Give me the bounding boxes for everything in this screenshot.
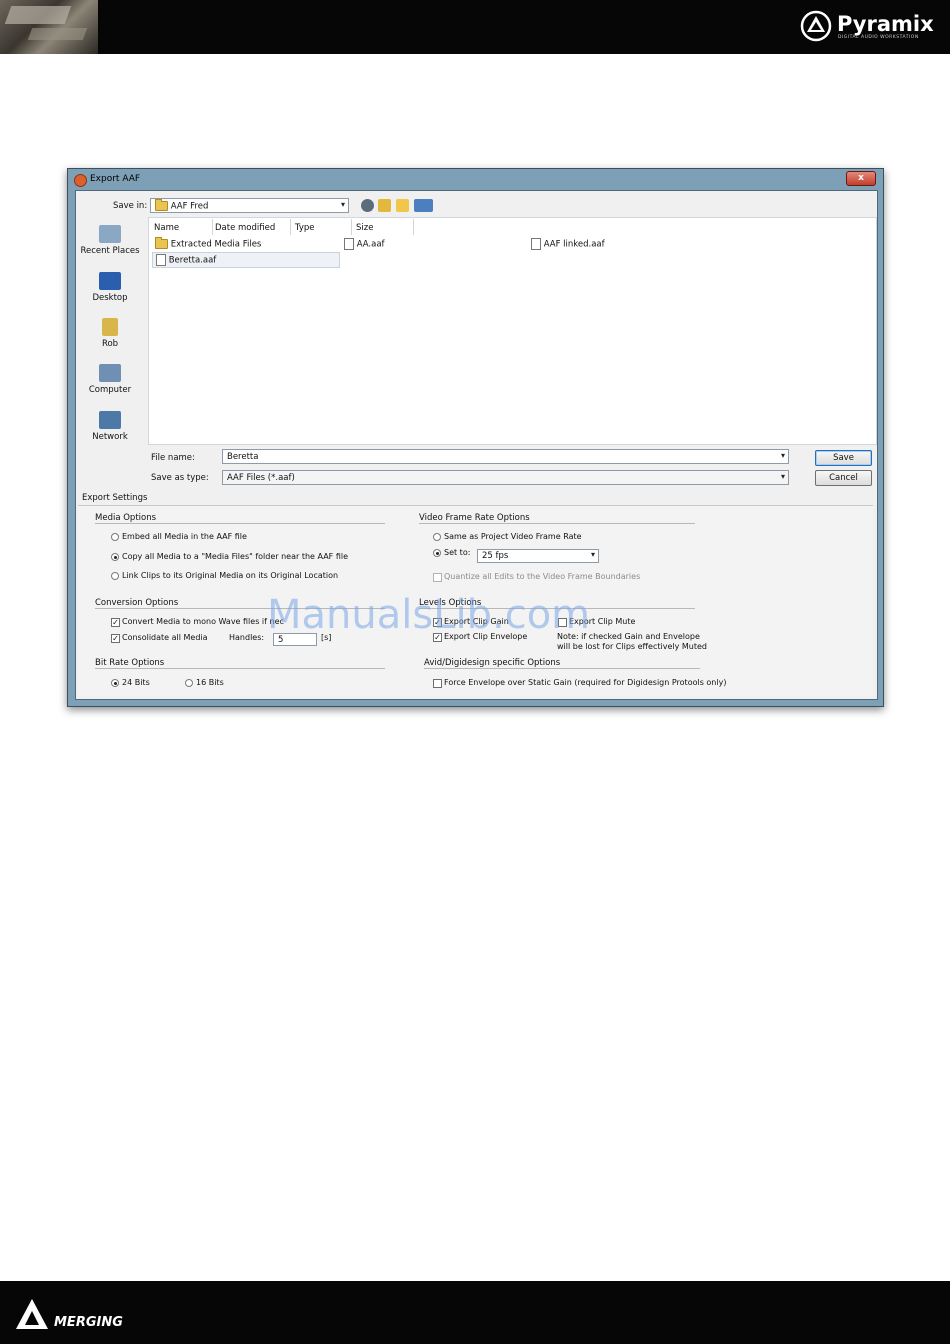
cancel-button[interactable]: Cancel (815, 470, 872, 486)
save-in-dropdown[interactable]: AAF Fred ▾ (150, 198, 349, 213)
embed-media-label: Embed all Media in the AAF file (122, 532, 247, 541)
set-to-label: Set to: (444, 548, 471, 557)
folder-icon (155, 237, 168, 249)
desktop-icon (99, 272, 121, 290)
bit-rate-options-title: Bit Rate Options (95, 658, 165, 668)
list-item[interactable]: Beretta.aaf (156, 254, 216, 266)
force-envelope-label: Force Envelope over Static Gain (require… (444, 678, 727, 687)
file-icon (531, 238, 541, 250)
place-recent-places[interactable]: Recent Places (80, 225, 140, 256)
bits-16-radio[interactable] (185, 679, 193, 687)
list-item[interactable]: AAF linked.aaf (531, 238, 605, 250)
quantize-label: Quantize all Edits to the Video Frame Bo… (444, 572, 641, 581)
recent-places-icon (99, 225, 121, 243)
new-folder-icon[interactable] (396, 199, 409, 212)
app-icon (74, 174, 87, 187)
convert-mono-label: Convert Media to mono Wave files if nec (122, 617, 284, 626)
column-header-name[interactable]: Name (154, 221, 179, 235)
link-clips-radio[interactable] (111, 572, 119, 580)
dialog-title: Export AAF (90, 174, 141, 184)
quantize-checkbox[interactable] (433, 573, 442, 582)
column-divider (413, 219, 414, 235)
link-clips-label: Link Clips to its Original Media on its … (122, 571, 339, 580)
network-icon (99, 411, 121, 429)
group-divider (424, 668, 700, 669)
column-header-type[interactable]: Type (295, 221, 315, 235)
same-as-project-radio[interactable] (433, 533, 441, 541)
close-icon: x (858, 173, 864, 183)
folder-icon (155, 199, 168, 211)
save-as-type-label: Save as type: (151, 473, 209, 483)
place-label: Network (92, 432, 128, 442)
column-divider (290, 219, 291, 235)
save-in-value: AAF Fred (170, 201, 209, 212)
computer-icon (99, 364, 121, 382)
place-network[interactable]: Network (80, 411, 140, 442)
copy-media-label: Copy all Media to a "Media Files" folder… (122, 552, 349, 561)
header-photo (0, 0, 98, 54)
consolidate-label: Consolidate all Media (122, 633, 208, 642)
chevron-down-icon: ▾ (340, 200, 345, 209)
conversion-options-title: Conversion Options (95, 598, 179, 608)
group-divider (419, 523, 695, 524)
place-computer[interactable]: Computer (80, 364, 140, 395)
handles-label: Handles: (229, 633, 265, 642)
media-options-title: Media Options (95, 513, 157, 523)
file-name-input[interactable]: Beretta ▾ (222, 449, 789, 464)
chevron-down-icon: ▾ (780, 451, 785, 460)
column-divider (212, 219, 213, 235)
save-as-type-value: AAF Files (*.aaf) (227, 473, 295, 483)
place-desktop[interactable]: Desktop (80, 272, 140, 303)
brand-name: Pyramix (837, 12, 934, 36)
consolidate-checkbox[interactable]: ✓ (111, 634, 120, 643)
footer-brand-name: MERGING (54, 1315, 123, 1330)
column-header-date-modified[interactable]: Date modified (215, 221, 275, 235)
copy-media-radio[interactable] (111, 553, 119, 561)
place-rob[interactable]: Rob (80, 318, 140, 349)
force-envelope-checkbox[interactable] (433, 679, 442, 688)
bits-24-label: 24 Bits (122, 678, 150, 687)
embed-media-radio[interactable] (111, 533, 119, 541)
place-label: Recent Places (80, 246, 140, 256)
list-item[interactable]: Extracted Media Files (155, 237, 261, 250)
avid-options-title: Avid/Digidesign specific Options (424, 658, 561, 668)
back-icon[interactable] (361, 199, 374, 212)
group-divider (95, 668, 385, 669)
save-in-label: Save in: (113, 201, 148, 211)
place-label: Rob (101, 339, 119, 349)
set-to-radio[interactable] (433, 549, 441, 557)
place-label: Computer (88, 385, 132, 395)
frame-rate-value: 25 fps (482, 551, 509, 561)
export-settings-title: Export Settings (82, 493, 148, 503)
file-icon (344, 238, 354, 250)
column-divider (351, 219, 352, 235)
list-item[interactable]: AA.aaf (344, 238, 385, 250)
column-header-size[interactable]: Size (356, 221, 373, 235)
brand-tagline: DIGITAL AUDIO WORKSTATION (838, 35, 919, 40)
user-folder-icon (102, 318, 118, 336)
save-button[interactable]: Save (815, 450, 872, 466)
levels-note-line2: will be lost for Clips effectively Muted (557, 642, 708, 651)
pyramix-logo-icon (800, 10, 832, 42)
bits-16-label: 16 Bits (196, 678, 224, 687)
save-as-type-dropdown[interactable]: AAF Files (*.aaf) ▾ (222, 470, 789, 485)
page-footer-bar (0, 1281, 950, 1344)
file-name-label: File name: (151, 453, 195, 463)
file-icon (156, 254, 166, 266)
file-name-value: Beretta (227, 452, 259, 462)
same-as-project-label: Same as Project Video Frame Rate (444, 532, 582, 541)
convert-mono-checkbox[interactable]: ✓ (111, 618, 120, 627)
chevron-down-icon: ▾ (590, 550, 595, 559)
frame-rate-dropdown[interactable]: 25 fps ▾ (477, 549, 599, 563)
video-frame-rate-title: Video Frame Rate Options (419, 513, 530, 523)
close-button[interactable]: x (846, 171, 876, 186)
bits-24-radio[interactable] (111, 679, 119, 687)
up-folder-icon[interactable] (378, 199, 391, 212)
chevron-down-icon: ▾ (780, 472, 785, 481)
watermark: ManualsLib.com (267, 592, 591, 638)
view-menu-icon[interactable] (414, 199, 433, 212)
place-label: Desktop (92, 293, 128, 303)
merging-logo-icon (16, 1299, 48, 1329)
group-divider (95, 523, 385, 524)
